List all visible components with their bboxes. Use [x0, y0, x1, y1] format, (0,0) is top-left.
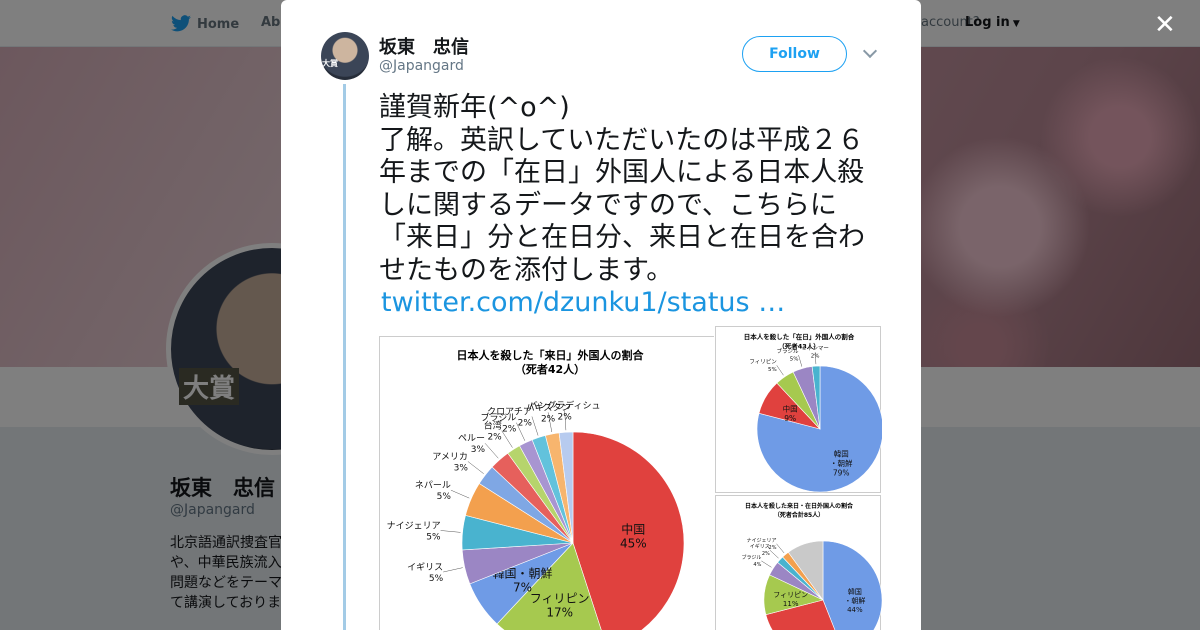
author-avatar-badge: 大賞	[322, 59, 338, 68]
slice-label: バングラディシュ 2%	[529, 399, 601, 422]
chart-subtitle: （死者42人）	[515, 362, 585, 376]
slice-label: イギリス 5%	[407, 562, 443, 584]
slice-label: アメリカ 3%	[432, 451, 468, 473]
chart-title: 日本人を殺した「在日」外国人の割合	[744, 332, 855, 341]
leader-line	[484, 443, 499, 459]
pie-chart-raichi: 日本人を殺した「来日」外国人の割合（死者42人）中国 45%フィリピン 17%韓国・…	[387, 348, 685, 630]
media-image-top-right[interactable]: 日本人を殺した「在日」外国人の割合 （死者43人） 韓国・朝鮮 79% 中国 9% フィリピ…	[715, 326, 884, 493]
pie-chart-combined: 日本人を殺した来日・在日外国人の割合（死者合計85人）韓国・朝鮮 44%フィリピン…	[741, 502, 883, 630]
slice-label: 中国 9%	[783, 403, 798, 423]
tweet-modal: 大賞 坂東 忠信 @Japangard Follow 謹賀新年(^o^) 了解。…	[281, 0, 921, 630]
leader-line	[776, 365, 784, 376]
leader-line	[776, 543, 785, 554]
chevron-down-icon[interactable]	[862, 43, 878, 59]
slice-label: フィリピン 5%	[749, 358, 777, 373]
slice-label: ナイジェリア 5%	[387, 520, 441, 542]
author-handle[interactable]: @Japangard	[379, 58, 464, 74]
leader-line	[531, 416, 539, 436]
slice-label: 中国 45%	[620, 521, 647, 550]
pie-chart-zainichi: 日本人を殺した「在日」外国人の割合（死者43人）韓国・朝鮮 79%中国 9%フィリピ…	[744, 332, 884, 493]
tweet-body: 謹賀新年(^o^) 了解。英訳していただいたのは平成２６年までの「在日」外国人に…	[379, 92, 865, 286]
leader-line	[761, 560, 772, 568]
pie-slice	[822, 540, 883, 630]
leader-line	[798, 354, 803, 367]
leader-line	[443, 567, 463, 573]
leader-line	[467, 461, 484, 474]
leader-line	[440, 530, 461, 533]
tweet-media[interactable]: 日本人を殺した「来日」外国人の割合 （死者42人） 中国 45% フィリピン 17% 韓国・…	[379, 326, 884, 630]
author-name[interactable]: 坂東 忠信	[379, 33, 469, 59]
media-image-bottom-right[interactable]: 日本人を殺した来日・在日外国人の割合 （死者合計85人） 韓国・朝鮮 44% フィリピン…	[715, 495, 883, 630]
slice-label: ネパール 5%	[415, 480, 451, 502]
tweet-link[interactable]: twitter.com/dzunku1/status …	[379, 287, 884, 320]
leader-line	[450, 489, 470, 499]
chart-title: 日本人を殺した「来日」外国人の割合	[457, 348, 645, 362]
tweet-text: 謹賀新年(^o^) 了解。英訳していただいたのは平成２６年までの「在日」外国人に…	[379, 92, 884, 320]
chart-title: 日本人を殺した来日・在日外国人の割合	[745, 502, 854, 510]
chart-subtitle: （死者合計85人）	[774, 511, 824, 519]
author-avatar[interactable]: 大賞	[321, 32, 369, 80]
slice-label: ブラジル 4%	[741, 554, 761, 568]
follow-button[interactable]: Follow	[742, 36, 847, 72]
thread-line	[343, 84, 346, 630]
close-icon[interactable]: ✕	[1154, 12, 1176, 38]
slice-label: ブラジル 5%	[777, 347, 799, 363]
media-image-main[interactable]: 日本人を殺した「来日」外国人の割合 （死者42人） 中国 45% フィリピン 17% 韓国・…	[379, 336, 714, 630]
leader-line	[769, 549, 779, 559]
